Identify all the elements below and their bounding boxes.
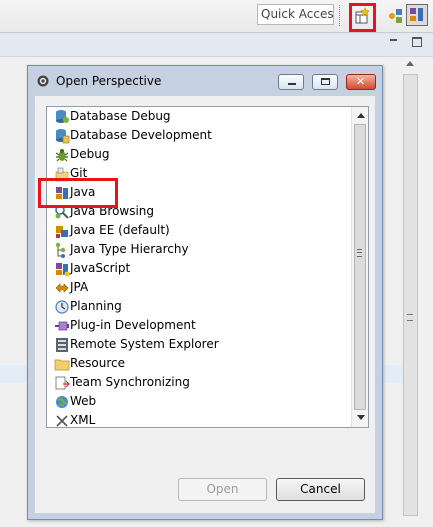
list-item[interactable]: Web <box>47 392 351 411</box>
close-window-button[interactable]: ✕ <box>346 74 376 90</box>
list-item-label: Java Type Hierarchy <box>70 242 189 256</box>
editor-scrollbar[interactable] <box>403 58 419 527</box>
minimize-window-button[interactable] <box>278 74 304 90</box>
planning-clock-icon <box>55 300 69 314</box>
type-hierarchy-icon <box>55 242 66 258</box>
team-synchronizing-icon <box>55 376 70 390</box>
list-item-label: Java EE (default) <box>70 223 170 237</box>
list-item[interactable]: JPA <box>47 278 351 297</box>
main-toolbar: Quick Access <box>0 0 433 33</box>
dialog-titlebar[interactable]: Open Perspective ✕ <box>28 66 382 96</box>
maximize-icon <box>321 78 330 85</box>
web-globe-icon <box>56 396 68 408</box>
java-ee-icon <box>56 226 68 238</box>
remote-system-explorer-icon <box>56 338 68 352</box>
scroll-grip-icon <box>357 249 362 257</box>
list-item[interactable]: Debug <box>47 145 351 164</box>
javascript-icon <box>56 263 70 277</box>
dialog-title: Open Perspective <box>56 74 162 88</box>
list-item-label: Web <box>70 394 97 408</box>
list-item[interactable]: Planning <box>47 297 351 316</box>
minimize-view-icon[interactable] <box>390 39 397 42</box>
perspective-list[interactable]: Database Debug Database Development Debu… <box>46 106 369 428</box>
scroll-down-arrow-icon[interactable] <box>357 415 365 420</box>
resource-folder-icon <box>54 359 70 371</box>
list-item[interactable]: Database Development <box>47 126 351 145</box>
scroll-grip-icon <box>407 314 413 321</box>
list-item[interactable]: JavaScript <box>47 259 351 278</box>
list-item[interactable]: Java Type Hierarchy <box>47 240 351 259</box>
list-item[interactable]: Remote System Explorer <box>47 335 351 354</box>
plugin-development-icon <box>55 321 69 331</box>
scroll-up-arrow-icon[interactable] <box>406 61 414 66</box>
list-item-label: Debug <box>70 147 110 161</box>
maximize-view-icon[interactable] <box>412 37 422 47</box>
list-item[interactable]: Resource <box>47 354 351 373</box>
list-item-label: JPA <box>70 280 89 294</box>
java-annotation-highlight <box>38 178 118 208</box>
open-perspective-dialog: Open Perspective ✕ Database Debug Databa… <box>27 65 383 520</box>
list-item-label: XML <box>70 413 96 427</box>
dialog-body: Database Debug Database Development Debu… <box>35 96 375 513</box>
list-item[interactable]: Team Synchronizing <box>47 373 351 392</box>
scroll-up-arrow-icon[interactable] <box>357 113 365 118</box>
open-perspective-icon <box>355 7 370 24</box>
perspective-items: Database Debug Database Development Debu… <box>47 107 351 427</box>
cancel-button[interactable]: Cancel <box>276 478 365 501</box>
list-item-label: Database Development <box>70 128 212 142</box>
list-item-label: Plug-in Development <box>70 318 196 332</box>
list-item[interactable]: Database Debug <box>47 107 351 126</box>
list-item-label: JavaScript <box>70 261 131 275</box>
close-icon: ✕ <box>356 75 366 88</box>
java-perspective-icon <box>410 8 423 21</box>
open-perspective-button[interactable] <box>349 3 376 32</box>
list-item-label: Remote System Explorer <box>70 337 219 351</box>
scroll-thumb[interactable] <box>354 124 366 410</box>
list-item[interactable]: Plug-in Development <box>47 316 351 335</box>
database-development-icon <box>56 129 70 144</box>
debug-bug-icon <box>55 149 69 162</box>
open-button[interactable]: Open <box>178 478 267 501</box>
scroll-thumb[interactable] <box>403 74 418 516</box>
database-debug-icon <box>56 110 69 123</box>
java-perspective-button[interactable] <box>406 4 428 26</box>
toolbar-separator <box>339 5 341 26</box>
list-item-label: Planning <box>70 299 122 313</box>
minimize-icon <box>288 83 296 85</box>
xml-icon <box>56 415 68 427</box>
list-item[interactable]: Java EE (default) <box>47 221 351 240</box>
list-item-label: Team Synchronizing <box>70 375 190 389</box>
list-item-label: Database Debug <box>70 109 171 123</box>
list-item-label: Resource <box>70 356 126 370</box>
quick-access-field[interactable]: Quick Access <box>257 4 334 25</box>
debug-perspective-button[interactable] <box>385 4 407 26</box>
maximize-window-button[interactable] <box>312 74 338 90</box>
gear-icon <box>37 75 49 87</box>
list-scrollbar[interactable] <box>351 107 368 427</box>
debug-perspective-icon <box>389 9 402 23</box>
jpa-icon <box>55 283 69 293</box>
view-tab-strip <box>0 33 433 57</box>
list-item[interactable]: XML <box>47 411 351 427</box>
